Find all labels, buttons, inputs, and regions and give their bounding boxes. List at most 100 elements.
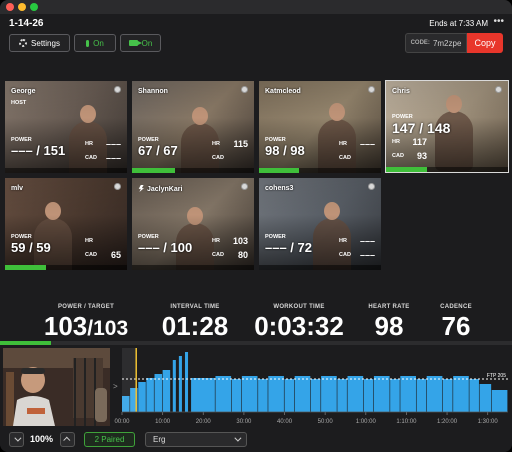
chart-bar — [258, 379, 268, 412]
rider-effort-bar — [259, 168, 381, 173]
workout-progress-fill — [0, 341, 52, 345]
rider-name: Shannon — [138, 88, 168, 95]
rider-tile[interactable]: mlv POWER 59 / 59 HR CAD 65 — [5, 178, 127, 270]
chart-bar — [162, 370, 171, 412]
tile-options-icon[interactable] — [368, 183, 375, 190]
stat-value: 76 — [406, 312, 506, 340]
rider-cad-value: 93 — [416, 151, 427, 161]
rider-power-value: 147 / 148 — [392, 120, 451, 136]
tile-options-icon[interactable] — [241, 183, 248, 190]
chart-bar — [491, 390, 508, 412]
rider-cad-value: ––– — [105, 153, 121, 163]
rider-tile[interactable]: Chris POWER 147 / 148 HR 117 CAD 93 — [385, 80, 509, 173]
host-badge: HOST — [11, 100, 27, 106]
camera-toggle-button[interactable]: On — [120, 34, 161, 52]
workout-profile-chart[interactable]: FTP 205 00:00 10:00 20:00 30:00 40:00 50:00 1:0… — [112, 348, 512, 428]
hr-label: HR — [339, 141, 347, 147]
chart-bar — [310, 379, 321, 412]
hr-label: HR — [392, 139, 400, 145]
session-code-label: CODE: — [410, 40, 430, 46]
tile-options-icon[interactable] — [114, 183, 121, 190]
settings-button[interactable]: Settings — [9, 34, 70, 52]
settings-button-label: Settings — [31, 38, 60, 48]
stat-block: POWER / TARGET 103/103 — [36, 304, 136, 343]
chart-bar — [154, 374, 163, 412]
stat-value: 01:28 — [145, 312, 245, 340]
chevron-down-icon — [234, 434, 242, 442]
chart-bar — [321, 376, 337, 412]
stat-block: INTERVAL TIME 01:28 — [145, 304, 245, 340]
rider-tile[interactable]: cohens3 POWER ––– / 72 HR ––– CAD ––– — [259, 178, 381, 270]
gear-icon — [19, 39, 28, 47]
tile-options-icon[interactable] — [368, 86, 375, 93]
chart-bar — [178, 356, 182, 412]
zoom-in-button[interactable] — [60, 432, 75, 447]
stat-label: INTERVAL TIME — [170, 304, 220, 310]
rider-hr-value: ––– — [359, 139, 375, 149]
chart-bar — [138, 382, 146, 412]
footer-bar — [0, 428, 512, 452]
rider-effort-bar — [5, 265, 127, 270]
camera-status-label: On — [141, 38, 153, 48]
rider-power-value: 98 / 98 — [265, 143, 305, 158]
tile-options-icon[interactable] — [241, 86, 248, 93]
chart-bar — [347, 376, 364, 412]
stat-value-main: 76 — [441, 311, 471, 341]
tile-options-icon[interactable] — [114, 86, 121, 93]
chart-bar — [426, 376, 443, 412]
paired-devices-button[interactable]: 2 Paired — [84, 432, 135, 447]
chart-bar — [479, 384, 492, 412]
rider-cad-value: 80 — [237, 250, 248, 260]
copy-code-button[interactable]: Copy — [467, 33, 503, 53]
stat-label: POWER / TARGET — [57, 304, 115, 310]
self-video-preview[interactable] — [3, 348, 110, 426]
zoom-window-button[interactable] — [30, 3, 38, 11]
rider-effort-bar — [132, 168, 254, 173]
tile-options-icon[interactable] — [495, 86, 502, 93]
chart-bar — [268, 376, 284, 412]
microphone-status-label: On — [93, 38, 104, 48]
rider-name: Chris — [392, 88, 410, 95]
rider-name-text: JaclynKari — [147, 186, 183, 193]
ftp-label: FTP 205 — [487, 373, 506, 379]
stat-value-main: 01:28 — [161, 311, 229, 341]
chart-bar — [231, 379, 242, 412]
microphone-toggle-button[interactable]: On — [74, 34, 116, 52]
rider-effort-fill — [132, 168, 175, 173]
rider-hr-value: ––– — [105, 139, 121, 149]
more-options-icon[interactable]: ••• — [493, 16, 504, 27]
rider-effort-bar — [386, 167, 508, 172]
workout-chart-canvas: FTP 205 00:00 10:00 20:00 30:00 40:00 50:00 1:0… — [112, 348, 512, 428]
stat-label: CADENCE — [440, 304, 472, 310]
rider-power-value: 59 / 59 — [11, 240, 51, 255]
session-code-value: 7m2zpe — [432, 38, 462, 48]
self-video-image — [3, 348, 110, 426]
stat-value-main: 98 — [374, 311, 404, 341]
stat-value: 103/103 — [36, 312, 136, 343]
chart-expand-toggle[interactable]: > — [113, 382, 118, 391]
close-window-button[interactable] — [6, 3, 14, 11]
chart-bar — [294, 376, 311, 412]
x-tick-label: 20:00 — [196, 419, 212, 425]
x-tick-label: 30:00 — [236, 419, 252, 425]
trainer-mode-select[interactable]: Erg — [145, 432, 247, 447]
camera-icon — [128, 40, 142, 46]
x-tick-label: 1:30:00 — [478, 419, 499, 425]
trainer-mode-value: Erg — [153, 435, 166, 444]
chart-bar — [337, 379, 347, 412]
chart-bar — [284, 379, 295, 412]
rider-effort-bar — [132, 265, 254, 270]
zoom-out-button[interactable] — [9, 432, 24, 447]
rider-tile[interactable]: Katmcleod POWER 98 / 98 HR ––– CAD — [259, 81, 381, 173]
session-code-field[interactable]: CODE: 7m2zpe — [405, 33, 467, 53]
rider-name: cohens3 — [265, 185, 293, 192]
minimize-window-button[interactable] — [18, 3, 26, 11]
rider-name: George — [11, 88, 36, 95]
chevron-up-icon — [63, 436, 71, 444]
chart-bar — [241, 376, 258, 412]
rider-tile[interactable]: George HOST POWER ––– / 151 HR ––– CAD ––– — [5, 81, 127, 173]
hr-label: HR — [339, 238, 347, 244]
rider-cad-value: 65 — [110, 250, 121, 260]
rider-tile[interactable]: JaclynKari POWER ––– / 100 HR 103 CAD 80 — [132, 178, 254, 270]
rider-tile[interactable]: Shannon POWER 67 / 67 HR 115 CAD — [132, 81, 254, 173]
